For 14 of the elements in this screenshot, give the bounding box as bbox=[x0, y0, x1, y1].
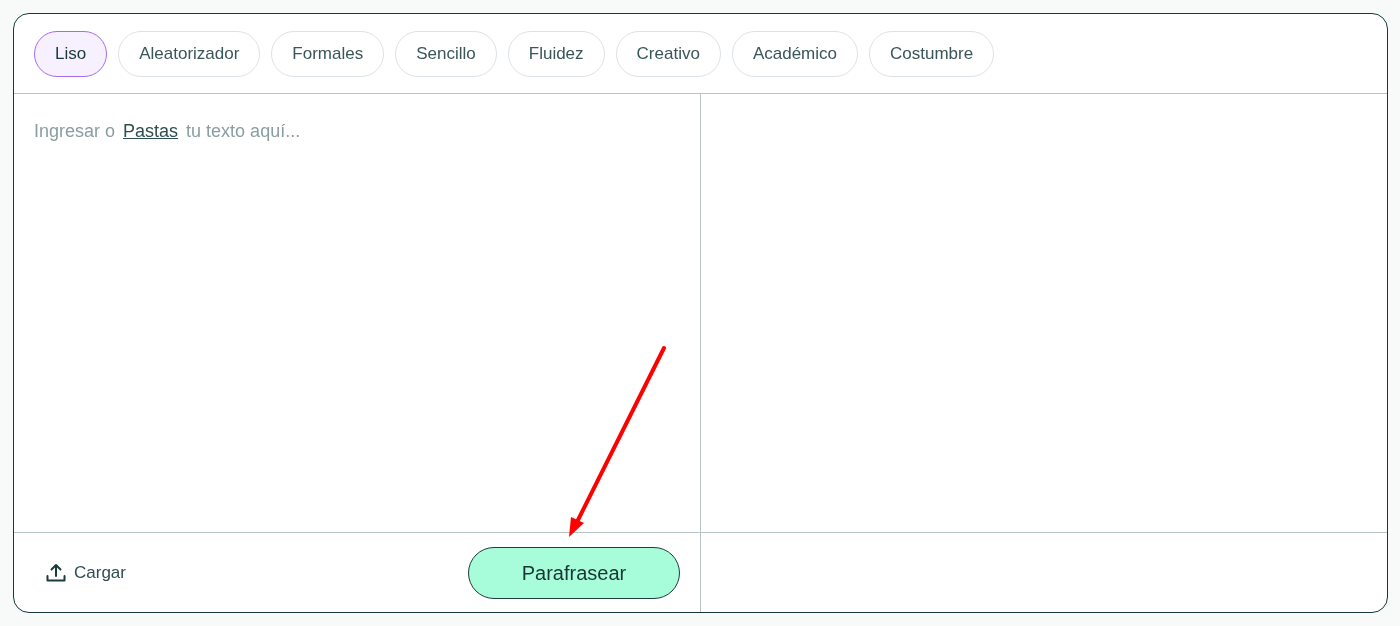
text-input-area[interactable]: Ingresar o Pastas tu texto aquí... bbox=[14, 94, 700, 532]
mode-tab[interactable]: Formales bbox=[271, 30, 385, 77]
mode-tab[interactable]: Creativo bbox=[615, 30, 721, 77]
mode-tab[interactable]: Sencillo bbox=[395, 30, 497, 77]
paste-link[interactable]: Pastas bbox=[123, 121, 179, 141]
mode-tab[interactable]: Costumbre bbox=[869, 30, 995, 77]
placeholder-text: Ingresar o Pastas tu texto aquí... bbox=[34, 120, 302, 143]
mode-tab[interactable]: Liso bbox=[34, 30, 108, 77]
mode-tab[interactable]: Académico bbox=[731, 30, 858, 77]
upload-icon bbox=[46, 562, 66, 583]
upload-button[interactable]: Cargar bbox=[34, 553, 138, 592]
mode-tab[interactable]: Aleatorizador bbox=[118, 30, 261, 77]
paraphrase-button[interactable]: Parafrasear bbox=[468, 546, 680, 599]
mode-tab[interactable]: Fluidez bbox=[507, 30, 605, 77]
